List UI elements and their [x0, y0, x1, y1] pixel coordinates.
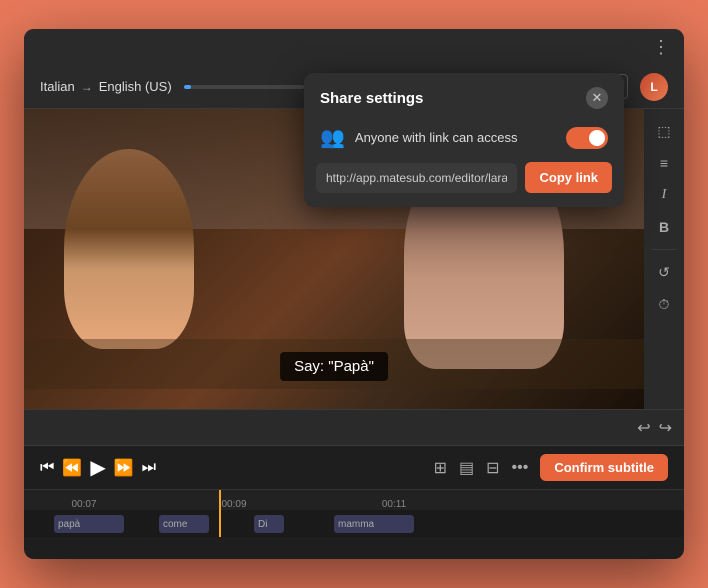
share-access-label: Anyone with link can access [355, 130, 556, 145]
layout-icon[interactable]: ⬚ [648, 117, 680, 145]
more-btn[interactable]: ••• [512, 459, 529, 477]
share-popup-title: Share settings [320, 90, 423, 107]
redo-btn[interactable]: ↪ [659, 418, 672, 438]
next-frame-btn[interactable]: ⏩ [114, 458, 134, 478]
language-selector[interactable]: Italian → English (US) [40, 79, 172, 94]
layers-btn[interactable]: ⊟ [486, 458, 499, 478]
access-toggle[interactable] [566, 127, 608, 149]
people-icon: 👥 [320, 125, 345, 150]
share-popup: Share settings ✕ 👥 Anyone with link can … [304, 73, 624, 207]
skip-back-btn[interactable]: ⏮ [40, 459, 54, 477]
progress-bar [184, 85, 304, 89]
timeline-ruler: 00:07 00:09 00:11 [24, 490, 684, 510]
share-link-row: Copy link [316, 162, 612, 193]
timeline-track[interactable]: papà come Di mamma [24, 510, 684, 537]
lang-to: English (US) [99, 79, 172, 94]
tick-2: 00:09 [221, 499, 246, 510]
avatar[interactable]: L [640, 73, 668, 101]
italic-icon[interactable]: I [648, 181, 680, 209]
bottom-controls: ⏮ ⏪ ▶ ⏩ ⏭ ⊞ ▤ ⊟ ••• Confirm subtitle [24, 445, 684, 489]
segment-papa[interactable]: papà [54, 515, 124, 533]
lang-from: Italian [40, 79, 75, 94]
right-sidebar: ⬚ ≡ I B ↺ ⏱ [644, 109, 684, 409]
share-close-btn[interactable]: ✕ [586, 87, 608, 109]
segment-di[interactable]: Di [254, 515, 284, 533]
confirm-subtitle-btn[interactable]: Confirm subtitle [540, 454, 668, 481]
reset-icon[interactable]: ↺ [648, 258, 680, 286]
segment-mamma[interactable]: mamma [334, 515, 414, 533]
share-access-row: 👥 Anyone with link can access [304, 119, 624, 162]
text-align-icon[interactable]: ≡ [648, 149, 680, 177]
skip-forward-btn[interactable]: ⏭ [142, 459, 156, 477]
playhead[interactable] [219, 490, 221, 537]
prev-frame-btn[interactable]: ⏪ [62, 458, 82, 478]
timer-icon[interactable]: ⏱ [648, 290, 680, 318]
lang-arrow: → [81, 80, 93, 94]
toggle-knob [589, 130, 605, 146]
segment-come[interactable]: come [159, 515, 209, 533]
undo-bar: ↩ ↪ [24, 409, 684, 445]
progress-bar-fill [184, 85, 191, 89]
share-popup-header: Share settings ✕ [304, 73, 624, 119]
timeline: 00:07 00:09 00:11 papà come Di mamma [24, 489, 684, 537]
undo-btn[interactable]: ↩ [637, 418, 650, 438]
tick-3: 00:11 [382, 499, 406, 510]
caption-btn[interactable]: ▤ [459, 458, 474, 478]
tick-1: 00:07 [71, 499, 96, 510]
app-window: ⋮ Italian → English (US) 6% ≡ ⌨ 🔒 Export… [24, 29, 684, 559]
more-menu-icon[interactable]: ⋮ [652, 37, 672, 58]
top-bar: ⋮ [24, 29, 684, 65]
subtitle-box: Say: "Papà" [280, 352, 388, 381]
play-btn[interactable]: ▶ [90, 455, 105, 480]
play-controls: ⏮ ⏪ ▶ ⏩ ⏭ [40, 455, 156, 480]
grid-btn[interactable]: ⊞ [434, 458, 447, 478]
copy-link-btn[interactable]: Copy link [525, 162, 612, 193]
share-link-input[interactable] [316, 163, 517, 193]
bold-icon[interactable]: B [648, 213, 680, 241]
